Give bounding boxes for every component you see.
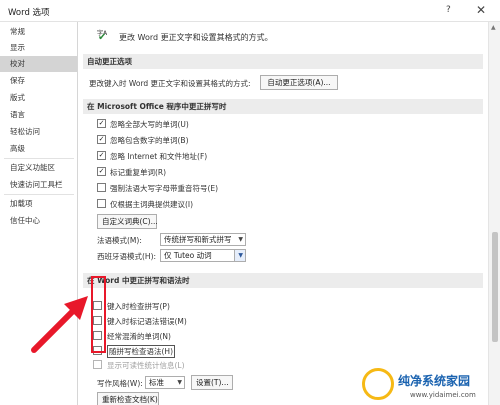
check-grammar-with-spelling-label: 随拼写检查语法(H) [107, 345, 175, 358]
ignore-uppercase-label: 忽略全部大写的单词(U) [110, 120, 189, 129]
proofing-panel: 字A ✔ 更改 Word 更正文字和设置其格式的方式。 自动更正选项 更改键入时… [79, 22, 491, 405]
help-icon[interactable]: ? [446, 5, 451, 15]
flag-repeated-words-checkbox[interactable]: ✓ [97, 167, 106, 176]
sidebar-divider [4, 158, 74, 159]
french-accent-checkbox[interactable] [97, 183, 106, 192]
ignore-internet-addresses-label: 忽略 Internet 和文件地址(F) [110, 152, 208, 161]
writing-style-label: 写作风格(W): [97, 379, 143, 388]
readability-statistics-checkbox[interactable] [93, 360, 102, 369]
readability-statistics-label: 显示可读性统计信息(L) [107, 361, 185, 370]
watermark-url: www.yidaimei.com [410, 391, 476, 399]
confused-words-label: 经常混淆的单词(N) [107, 332, 171, 341]
proofing-abc-icon: 字A ✔ [97, 30, 108, 43]
sidebar-item-advanced[interactable]: 高级 [0, 141, 77, 157]
sidebar-item-general[interactable]: 常规 [0, 24, 77, 40]
french-mode-select[interactable]: 传统拼写和新式拼写 ▼ [160, 233, 246, 246]
autocorrect-description: 更改键入时 Word 更正文字和设置其格式的方式: [89, 79, 251, 88]
scroll-up-icon[interactable]: ▲ [491, 24, 496, 31]
close-icon[interactable]: ✕ [476, 3, 486, 17]
sidebar-item-display[interactable]: 显示 [0, 40, 77, 56]
sidebar-item-accessibility[interactable]: 轻松访问 [0, 124, 77, 140]
watermark-text: 纯净系统家园 [398, 374, 471, 388]
scrollbar-thumb[interactable] [492, 232, 498, 342]
ignore-uppercase-checkbox[interactable]: ✓ [97, 119, 106, 128]
main-dictionary-only-checkbox[interactable] [97, 199, 106, 208]
site-watermark: 纯净系统家园 www.yidaimei.com [362, 366, 500, 405]
main-dictionary-only-label: 仅根据主词典提供建议(I) [110, 200, 194, 209]
spanish-mode-label: 西班牙语模式(H): [97, 252, 157, 261]
chevron-down-icon: ▼ [238, 236, 243, 243]
chevron-down-icon: ▼ [238, 252, 243, 259]
chevron-down-icon: ▼ [177, 379, 182, 386]
recheck-document-button[interactable]: 重新检查文档(K) [97, 392, 159, 405]
window-title: Word 选项 [8, 8, 50, 18]
flag-repeated-words-label: 标记重复单词(R) [110, 168, 167, 177]
sidebar-item-language[interactable]: 语言 [0, 107, 77, 123]
sidebar-item-save[interactable]: 保存 [0, 73, 77, 89]
sidebar-item-customize-ribbon[interactable]: 自定义功能区 [0, 160, 77, 176]
checkmark-icon: ✔ [98, 32, 107, 43]
title-bar: Word 选项 ? ✕ [0, 0, 500, 22]
sidebar-divider [4, 194, 74, 195]
writing-style-select[interactable]: 标准 ▼ [145, 376, 185, 389]
section-autocorrect: 自动更正选项 [83, 54, 483, 69]
sidebar-item-proofing[interactable]: 校对 [0, 56, 77, 72]
vertical-scrollbar[interactable]: ▲ [488, 22, 500, 405]
mark-grammar-errors-label: 键入时标记语法错误(M) [107, 317, 187, 326]
sidebar-item-quick-access-toolbar[interactable]: 快速访问工具栏 [0, 177, 77, 193]
french-accent-label: 强制法语大写字母带重音符号(E) [110, 184, 219, 193]
autocorrect-options-button[interactable]: 自动更正选项(A)... [260, 75, 338, 90]
annotation-arrow-icon [31, 296, 88, 353]
sidebar-item-trust-center[interactable]: 信任中心 [0, 213, 77, 229]
section-office-spelling: 在 Microsoft Office 程序中更正拼写时 [83, 99, 483, 114]
section-word-spelling: 在 Word 中更正拼写和语法时 [83, 273, 483, 288]
watermark-logo-icon [362, 368, 394, 400]
check-spelling-as-you-type-label: 键入时检查拼写(P) [107, 302, 170, 311]
ignore-internet-addresses-checkbox[interactable]: ✓ [97, 151, 106, 160]
french-mode-label: 法语模式(M): [97, 236, 142, 245]
sidebar-item-add-ins[interactable]: 加载项 [0, 196, 77, 212]
ignore-numbers-checkbox[interactable]: ✓ [97, 135, 106, 144]
spanish-mode-select[interactable]: 仅 Tuteo 动词 ▼ [160, 249, 246, 262]
sidebar-item-typography[interactable]: 版式 [0, 90, 77, 106]
custom-dictionaries-button[interactable]: 自定义词典(C)... [97, 214, 158, 229]
ignore-numbers-label: 忽略包含数字的单词(B) [110, 136, 189, 145]
grammar-settings-button[interactable]: 设置(T)... [191, 375, 233, 390]
page-description: 更改 Word 更正文字和设置其格式的方式。 [119, 33, 273, 42]
